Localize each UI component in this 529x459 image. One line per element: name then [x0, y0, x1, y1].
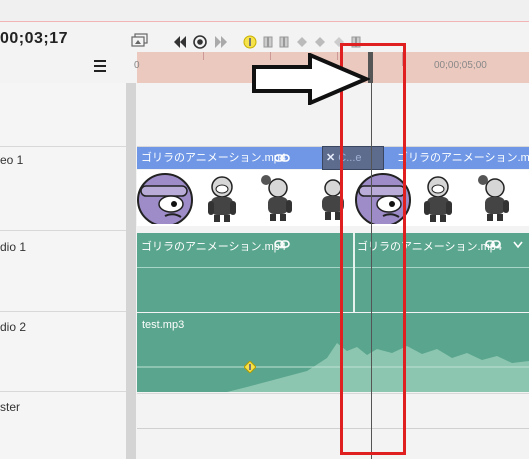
ruler-start-label: 0 — [134, 60, 140, 71]
keyframe-next-icon[interactable] — [313, 35, 327, 49]
arrow-pointer-icon — [252, 53, 370, 105]
skip-back-icon[interactable] — [172, 35, 188, 49]
link-icon — [485, 240, 501, 248]
transition-icon: ✕ — [326, 152, 336, 164]
timecode-display[interactable]: 00;03;17 — [0, 30, 68, 48]
track-headers: eo 1 dio 1 dio 2 ster — [0, 83, 126, 459]
video-clip-1[interactable]: ゴリラのアニメーション.mp4 — [137, 147, 324, 169]
track-name-audio2: dio 2 — [0, 320, 27, 334]
media-button[interactable] — [131, 33, 149, 54]
gorilla-figure-thumbnail — [478, 175, 509, 221]
menu-icon[interactable] — [94, 60, 106, 72]
gorilla-figure-thumbnail — [208, 176, 236, 222]
video-clip-name: ゴリラのアニメーション.mp4 — [397, 152, 529, 164]
audio-clip-name: ゴリラのアニメーション.mp4 — [141, 241, 287, 253]
audio-clip-1[interactable]: ゴリラのアニメーション.mp4 — [137, 233, 353, 312]
marker-icon[interactable] — [262, 35, 274, 49]
video-clip-name: ゴリラのアニメーション.mp4 — [141, 152, 287, 164]
keyframe-icon[interactable] — [244, 361, 256, 373]
audio-waveform — [137, 343, 529, 392]
chevron-down-icon[interactable] — [513, 241, 523, 249]
track-name-master: ster — [0, 400, 21, 414]
record-icon[interactable] — [192, 34, 208, 49]
gorilla-figure-thumbnail — [424, 176, 452, 222]
video-thumbnails — [137, 170, 529, 226]
transport-controls — [172, 33, 362, 51]
link-icon — [274, 154, 290, 162]
skip-forward-icon[interactable] — [213, 35, 229, 49]
track-name-audio1: dio 1 — [0, 240, 27, 254]
audio-clip-test[interactable]: test.mp3 — [137, 313, 529, 392]
media-icon — [131, 33, 148, 47]
gorilla-face-thumbnail — [137, 172, 195, 224]
top-strip — [0, 0, 529, 22]
vertical-scrollbar[interactable] — [126, 83, 136, 459]
gorilla-figure-thumbnail — [261, 175, 292, 221]
ruler-mark-label: 00;00;05;00 — [434, 60, 487, 71]
track-name-video1: eo 1 — [0, 153, 24, 167]
link-icon — [274, 240, 290, 248]
keyframe-icon[interactable] — [243, 35, 257, 49]
marker-icon[interactable] — [278, 35, 290, 49]
keyframe-prev-icon[interactable] — [295, 35, 309, 49]
